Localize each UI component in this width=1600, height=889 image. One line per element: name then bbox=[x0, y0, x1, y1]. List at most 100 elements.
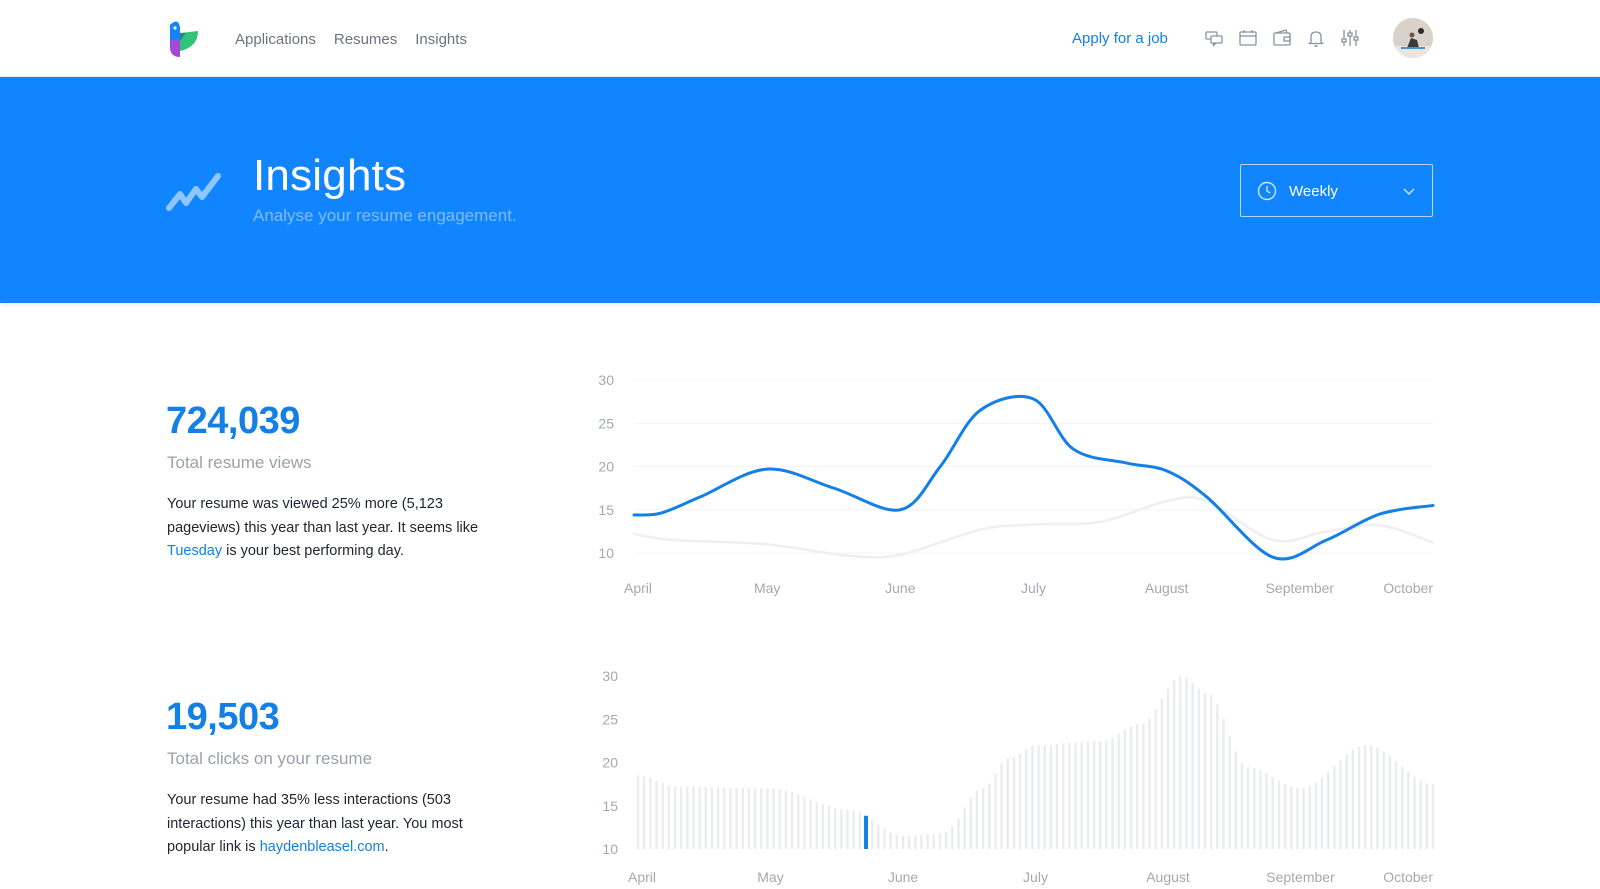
clicks-bar[interactable] bbox=[679, 786, 683, 849]
clicks-bar[interactable] bbox=[803, 796, 806, 849]
clicks-bar[interactable] bbox=[1129, 726, 1133, 849]
clicks-bar[interactable] bbox=[1111, 737, 1114, 849]
clicks-bar[interactable] bbox=[784, 790, 788, 849]
clicks-bar[interactable] bbox=[1000, 763, 1003, 849]
clicks-bar[interactable] bbox=[1031, 745, 1034, 849]
clicks-bar[interactable] bbox=[1400, 766, 1404, 849]
clicks-bar[interactable] bbox=[1179, 676, 1182, 849]
clicks-bar[interactable] bbox=[1148, 718, 1151, 849]
clicks-bar[interactable] bbox=[710, 787, 714, 849]
clicks-bar[interactable] bbox=[649, 778, 652, 849]
clicks-bar[interactable] bbox=[1413, 776, 1416, 849]
clicks-bar[interactable] bbox=[963, 807, 966, 849]
clicks-bar[interactable] bbox=[760, 788, 763, 849]
clicks-bar[interactable] bbox=[1407, 771, 1410, 849]
clicks-bar[interactable] bbox=[846, 810, 849, 849]
clicks-bar[interactable] bbox=[1283, 784, 1287, 849]
clicks-bar[interactable] bbox=[914, 835, 917, 849]
clicks-bar[interactable] bbox=[1376, 747, 1379, 849]
clicks-bar[interactable] bbox=[1062, 743, 1065, 849]
clicks-bar[interactable] bbox=[938, 833, 942, 849]
clicks-bar[interactable] bbox=[1222, 718, 1225, 849]
clicks-bar[interactable] bbox=[1425, 783, 1429, 849]
clicks-bar[interactable] bbox=[667, 785, 671, 849]
clicks-bar[interactable] bbox=[1037, 745, 1040, 849]
clicks-bar[interactable] bbox=[790, 792, 794, 849]
clicks-bar[interactable] bbox=[951, 826, 954, 849]
clicks-bar[interactable] bbox=[1265, 773, 1268, 849]
clicks-bar[interactable] bbox=[741, 788, 744, 849]
clicks-bar[interactable] bbox=[661, 783, 664, 849]
clicks-bar[interactable] bbox=[1068, 742, 1071, 849]
clicks-bar[interactable] bbox=[901, 836, 905, 849]
clicks-bar[interactable] bbox=[1197, 688, 1201, 849]
clicks-bar[interactable] bbox=[988, 783, 991, 849]
clicks-bar[interactable] bbox=[1049, 744, 1053, 849]
clicks-bar[interactable] bbox=[889, 832, 892, 849]
clicks-bar[interactable] bbox=[1296, 788, 1299, 849]
clicks-bar[interactable] bbox=[969, 797, 972, 849]
clicks-bar[interactable] bbox=[1431, 784, 1435, 849]
clicks-bar[interactable] bbox=[1012, 756, 1016, 849]
clicks-bar[interactable] bbox=[827, 806, 831, 849]
clicks-bar[interactable] bbox=[1006, 758, 1009, 849]
clicks-bar[interactable] bbox=[1074, 742, 1077, 849]
clicks-bar[interactable] bbox=[1117, 734, 1120, 849]
clicks-bar[interactable] bbox=[686, 786, 689, 849]
clicks-bar[interactable] bbox=[704, 787, 707, 849]
clicks-bar[interactable] bbox=[1320, 777, 1324, 849]
clicks-bar[interactable] bbox=[1092, 741, 1096, 849]
clicks-bar[interactable] bbox=[815, 801, 818, 849]
clicks-bar[interactable] bbox=[735, 787, 738, 849]
clicks-bar[interactable] bbox=[1382, 751, 1385, 849]
clicks-bar[interactable] bbox=[1234, 751, 1237, 849]
clicks-bar[interactable] bbox=[1314, 782, 1318, 849]
clicks-bar[interactable] bbox=[834, 808, 837, 849]
clicks-bar[interactable] bbox=[1308, 786, 1311, 849]
clicks-bar[interactable] bbox=[1105, 740, 1108, 849]
clicks-bar[interactable] bbox=[858, 812, 862, 849]
clicks-bar[interactable] bbox=[809, 799, 812, 849]
clicks-bar[interactable] bbox=[944, 832, 948, 849]
clicks-bar[interactable] bbox=[723, 787, 726, 849]
clicks-bar[interactable] bbox=[1216, 703, 1219, 849]
clicks-bar[interactable] bbox=[673, 786, 677, 849]
clicks-bar[interactable] bbox=[1209, 694, 1213, 849]
clicks-bar[interactable] bbox=[1364, 745, 1367, 849]
clicks-bar[interactable] bbox=[821, 804, 825, 849]
clicks-bar[interactable] bbox=[1166, 688, 1170, 849]
clicks-bar[interactable] bbox=[766, 788, 769, 849]
clicks-bar[interactable] bbox=[1345, 754, 1348, 849]
clicks-bar[interactable] bbox=[1333, 766, 1336, 849]
clicks-bar[interactable] bbox=[1370, 745, 1373, 849]
clicks-bar[interactable] bbox=[747, 788, 751, 849]
clicks-bar[interactable] bbox=[852, 810, 855, 849]
clicks-bar[interactable] bbox=[1277, 780, 1281, 849]
clicks-bar[interactable] bbox=[1055, 744, 1059, 849]
clicks-bar[interactable] bbox=[1302, 788, 1305, 849]
clicks-bar[interactable] bbox=[1290, 786, 1293, 849]
clicks-bar[interactable] bbox=[636, 775, 640, 849]
clicks-bar[interactable] bbox=[1357, 746, 1361, 849]
clicks-bar[interactable] bbox=[975, 790, 979, 849]
clicks-bar[interactable] bbox=[1025, 748, 1028, 849]
clicks-bar[interactable] bbox=[1154, 709, 1157, 849]
clicks-bar[interactable] bbox=[1191, 682, 1194, 849]
clicks-bar-highlighted[interactable] bbox=[864, 815, 869, 849]
clicks-bar[interactable] bbox=[1203, 692, 1207, 849]
clicks-bar[interactable] bbox=[1351, 750, 1355, 849]
clicks-bar[interactable] bbox=[1228, 735, 1231, 849]
clicks-bar[interactable] bbox=[981, 788, 985, 849]
clicks-bar[interactable] bbox=[716, 787, 720, 849]
clicks-bar[interactable] bbox=[772, 788, 775, 849]
clicks-bar[interactable] bbox=[840, 809, 843, 849]
clicks-bar[interactable] bbox=[932, 833, 936, 849]
clicks-bar[interactable] bbox=[926, 834, 929, 849]
clicks-bar[interactable] bbox=[1259, 770, 1262, 849]
clicks-bar[interactable] bbox=[1086, 741, 1090, 849]
clicks-bar[interactable] bbox=[957, 817, 960, 849]
clicks-bar[interactable] bbox=[1240, 762, 1244, 849]
clicks-bar[interactable] bbox=[895, 835, 899, 849]
clicks-bar[interactable] bbox=[1327, 772, 1330, 849]
clicks-bar[interactable] bbox=[729, 787, 732, 849]
